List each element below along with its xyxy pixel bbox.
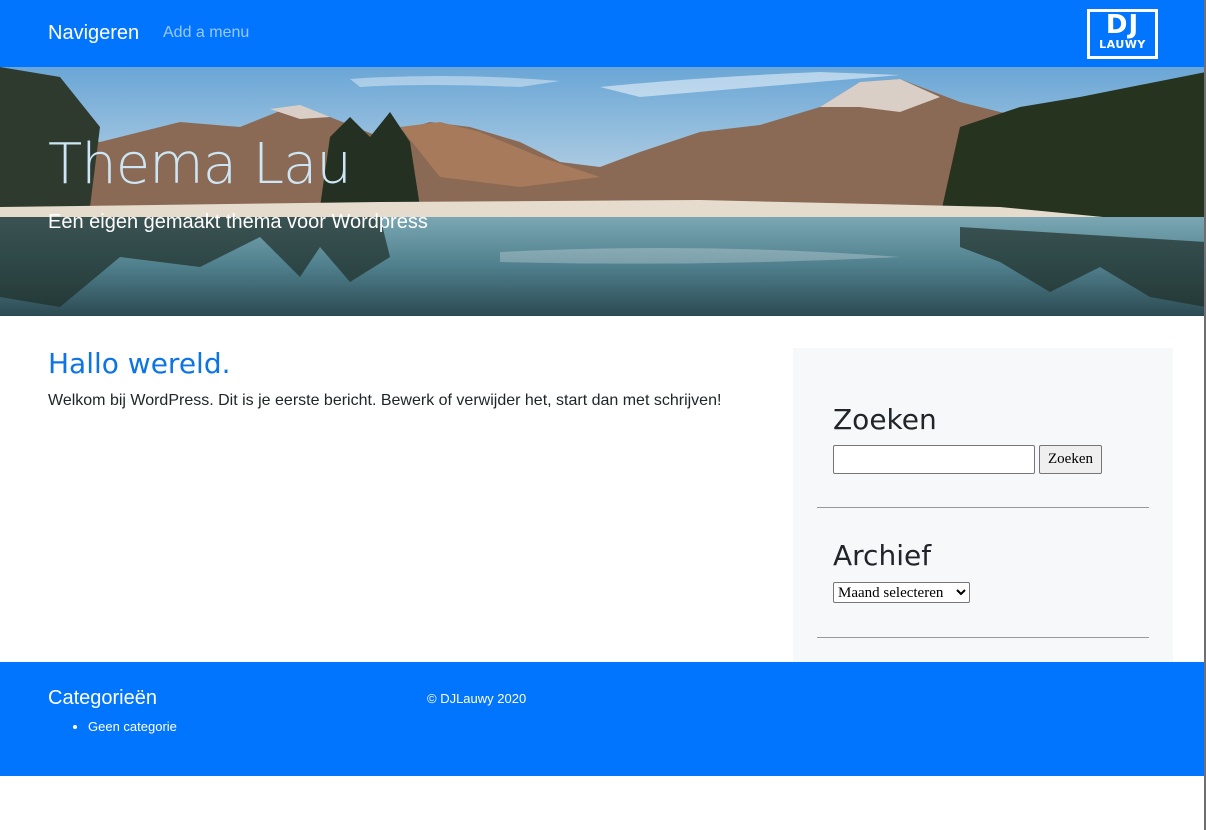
widget-divider [817,637,1149,638]
logo-text-top: DJ [1105,10,1140,40]
search-widget-title: Zoeken [833,403,937,436]
archive-widget-title: Archief [833,539,932,572]
search-input[interactable] [833,445,1035,474]
category-link[interactable]: Geen categorie [88,719,177,734]
hero-banner: Thema Lau Een eigen gemaakt thema voor W… [0,67,1206,316]
search-button[interactable]: Zoeken [1039,445,1102,474]
sidebar: Zoeken Zoeken Archief Maand selecteren [793,348,1173,662]
add-menu-link[interactable]: Add a menu [163,24,249,42]
category-item[interactable]: Geen categorie [88,718,177,735]
copyright-text: © DJLauwy 2020 [427,691,527,706]
site-logo[interactable]: DJ LAUWY [1087,9,1158,59]
archive-dropdown[interactable]: Maand selecteren [833,582,970,603]
post-title-link[interactable]: Hallo wereld. [48,347,231,381]
logo-text-bottom: LAUWY [1099,38,1146,51]
site-footer: Categorieën Geen categorie © DJLauwy 202… [0,662,1206,776]
site-tagline: Een eigen gemaakt thema voor Wordpress [48,211,428,233]
footer-category-list: Geen categorie [88,718,177,735]
widget-divider [817,507,1149,508]
site-title: Thema Lau [48,132,352,197]
post-excerpt: Welkom bij WordPress. Dit is je eerste b… [48,392,722,409]
navbar-brand[interactable]: Navigeren [48,21,139,45]
footer-categories-title: Categorieën [48,687,157,709]
top-navbar: Navigeren Add a menu DJ LAUWY [0,0,1206,67]
